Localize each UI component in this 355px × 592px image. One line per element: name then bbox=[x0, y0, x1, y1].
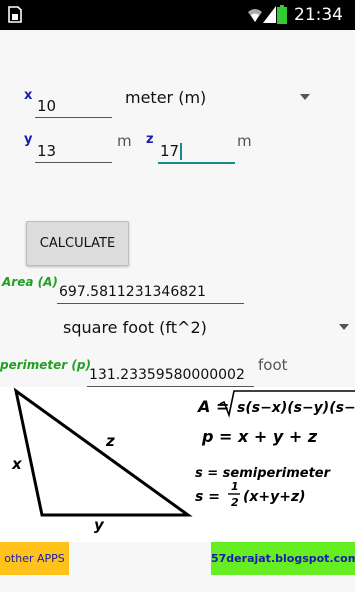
status-bar: 21:34 bbox=[0, 0, 355, 30]
z-unit: m bbox=[237, 132, 252, 150]
wifi-icon bbox=[248, 9, 262, 22]
formula-s-rhs: (x+y+z) bbox=[243, 489, 306, 505]
blog-link[interactable]: 57derajat.blogspot.com bbox=[211, 542, 355, 575]
ad-space bbox=[69, 542, 211, 575]
area-label: Area (A) bbox=[2, 275, 58, 289]
formula-perimeter: p = x + y + z bbox=[201, 427, 318, 446]
perimeter-unit: foot bbox=[258, 356, 288, 374]
calculate-button[interactable]: CALCULATE bbox=[26, 221, 129, 266]
sd-card-icon bbox=[8, 6, 22, 23]
perimeter-label: perimeter (p) bbox=[0, 358, 91, 372]
formula-s-fraction-denominator: 2 bbox=[231, 496, 239, 509]
dropdown-caret-icon bbox=[339, 324, 349, 330]
triangle-illustration: x y z A = s(s−x)(s−y)(s−z) p = x + y + z… bbox=[11, 387, 355, 534]
y-input[interactable]: 13 bbox=[35, 140, 112, 163]
y-label: y bbox=[24, 132, 33, 147]
area-output[interactable]: 697.5811231346821 bbox=[57, 281, 244, 304]
text-cursor bbox=[180, 143, 183, 160]
side-x-label: x bbox=[11, 455, 23, 473]
area-unit-select[interactable]: square foot (ft^2) bbox=[57, 315, 352, 341]
y-unit: m bbox=[117, 132, 132, 150]
x-input[interactable]: 10 bbox=[35, 95, 112, 118]
title-area bbox=[0, 30, 355, 62]
perimeter-output[interactable]: 131.23359580000002 bbox=[87, 364, 254, 387]
length-unit-select[interactable]: meter (m) bbox=[118, 85, 318, 111]
length-unit-value: meter (m) bbox=[125, 88, 207, 107]
area-unit-value: square foot (ft^2) bbox=[63, 318, 207, 337]
formula-s-definition: s = semiperimeter bbox=[195, 466, 332, 481]
status-time: 21:34 bbox=[294, 5, 343, 25]
bottom-strip bbox=[0, 575, 355, 592]
z-input-value: 17 bbox=[160, 142, 180, 160]
signal-icon bbox=[263, 6, 276, 23]
formula-s-fraction-numerator: 1 bbox=[231, 480, 239, 493]
triangle-diagram: x y z A = s(s−x)(s−y)(s−z) p = x + y + z… bbox=[0, 387, 355, 542]
battery-icon bbox=[277, 5, 287, 24]
side-y-label: y bbox=[94, 516, 105, 534]
dropdown-caret-icon bbox=[300, 94, 310, 100]
formula-area-radicand: s(s−x)(s−y)(s−z) bbox=[237, 400, 355, 416]
side-z-label: z bbox=[105, 432, 115, 450]
z-input[interactable]: 17 bbox=[158, 140, 235, 164]
formula-s-lhs: s = bbox=[195, 489, 220, 505]
formula-area-lhs: A = bbox=[196, 397, 229, 416]
other-apps-button[interactable]: other APPS bbox=[0, 542, 69, 575]
z-label: z bbox=[146, 132, 154, 147]
x-label: x bbox=[24, 88, 33, 103]
